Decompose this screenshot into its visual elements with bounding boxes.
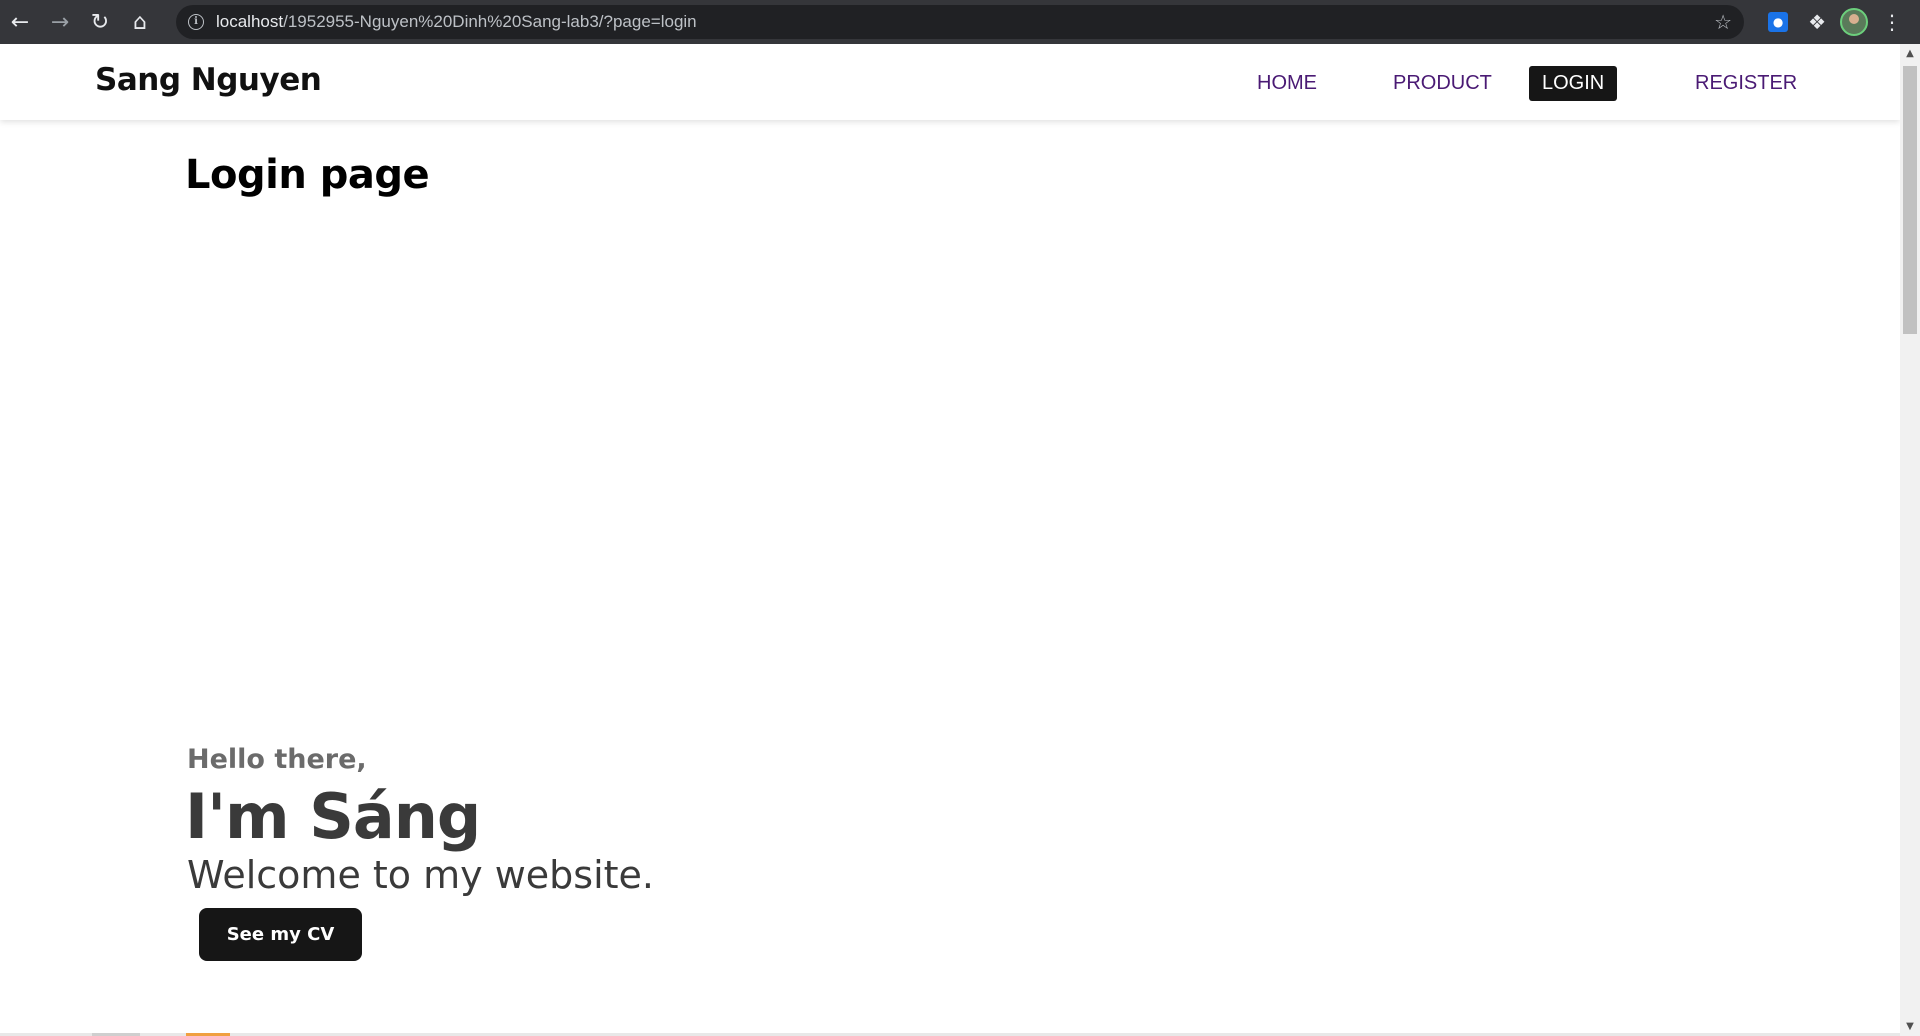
site-header: Sang Nguyen HOME PRODUCT LOGIN REGISTER (0, 44, 1900, 120)
browser-toolbar: ← → ↻ ⌂ i localhost/1952955-Nguyen%20Din… (0, 0, 1920, 44)
page-title: Login page (185, 152, 430, 198)
nav-product[interactable]: PRODUCT (1380, 66, 1505, 101)
url-path: /1952955-Nguyen%20Dinh%20Sang-lab3/?page… (283, 12, 697, 31)
address-bar[interactable]: i localhost/1952955-Nguyen%20Dinh%20Sang… (176, 5, 1744, 39)
bookmark-star-icon[interactable]: ☆ (1714, 10, 1732, 34)
hero-welcome: Welcome to my website. (187, 853, 655, 897)
scroll-down-arrow-icon[interactable]: ▼ (1900, 1021, 1920, 1032)
nav-home[interactable]: HOME (1244, 66, 1330, 101)
page-scrollbar[interactable]: ▲ ▼ (1900, 44, 1920, 1036)
nav-login[interactable]: LOGIN (1529, 66, 1618, 101)
url-text[interactable]: localhost/1952955-Nguyen%20Dinh%20Sang-l… (216, 12, 697, 32)
scroll-thumb[interactable] (1903, 66, 1917, 334)
reload-icon[interactable]: ↻ (80, 0, 120, 44)
hero-name: I'm Sáng (185, 780, 481, 853)
extensions-area: ● ❖ ⋮ (1768, 0, 1920, 44)
scroll-up-arrow-icon[interactable]: ▲ (1900, 48, 1920, 59)
page-viewport: Sang Nguyen HOME PRODUCT LOGIN REGISTER … (0, 44, 1900, 1036)
hero-greeting: Hello there, (187, 744, 367, 775)
menu-dots-icon[interactable]: ⋮ (1882, 10, 1902, 34)
profile-avatar[interactable] (1840, 8, 1868, 36)
forward-icon[interactable]: → (40, 0, 80, 44)
nav-register[interactable]: REGISTER (1682, 66, 1810, 101)
info-icon[interactable]: i (188, 14, 204, 30)
extensions-puzzle-icon[interactable]: ❖ (1808, 10, 1826, 34)
url-host: localhost (216, 12, 284, 31)
home-icon[interactable]: ⌂ (120, 0, 160, 44)
see-cv-button[interactable]: See my CV (199, 908, 362, 961)
site-nav: HOME PRODUCT LOGIN REGISTER (0, 44, 1900, 120)
extension-drop-icon[interactable]: ● (1768, 12, 1789, 32)
back-icon[interactable]: ← (0, 0, 40, 44)
